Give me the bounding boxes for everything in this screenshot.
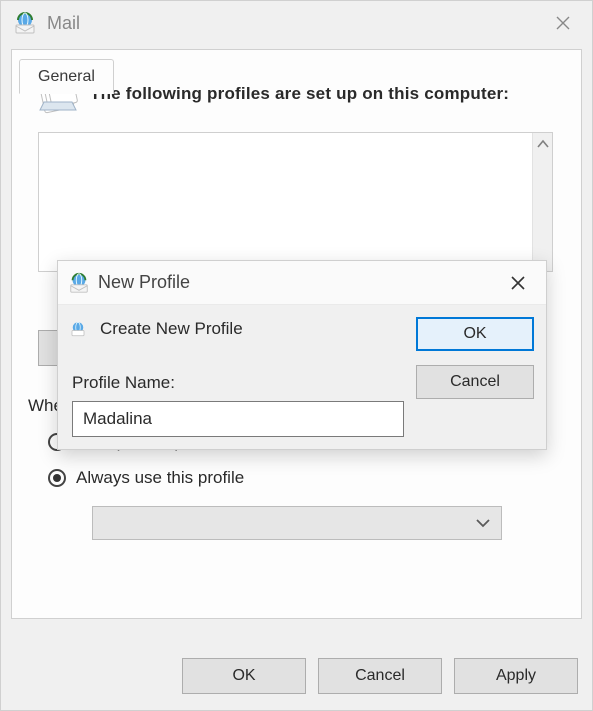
mail-globe-icon <box>13 11 37 35</box>
tab-general[interactable]: General <box>19 59 114 94</box>
dialog-ok-label: OK <box>463 325 486 343</box>
dialog-close-button[interactable] <box>496 268 540 298</box>
globe-envelope-icon <box>68 319 88 339</box>
profiles-list-body[interactable] <box>39 133 532 271</box>
dialog-titlebar: New Profile <box>58 261 546 305</box>
tab-general-label: General <box>38 68 95 86</box>
titlebar: Mail <box>1 1 592 45</box>
dialog-button-column: OK Cancel <box>416 317 534 399</box>
profile-name-input[interactable] <box>72 401 404 437</box>
dialog-buttons: OK Cancel Apply <box>182 658 578 694</box>
dialog-title: New Profile <box>98 272 190 293</box>
radio-always-label: Always use this profile <box>76 468 244 488</box>
chevron-down-icon <box>475 517 491 529</box>
close-icon <box>556 16 570 30</box>
new-profile-dialog: New Profile Create New Profile OK Cancel… <box>57 260 547 450</box>
profile-name-label: Profile Name: <box>72 373 175 393</box>
ok-button[interactable]: OK <box>182 658 306 694</box>
window-title: Mail <box>47 13 80 34</box>
cancel-button[interactable]: Cancel <box>318 658 442 694</box>
radio-always-circle <box>48 469 66 487</box>
mail-globe-icon <box>68 272 90 294</box>
cancel-button-label: Cancel <box>355 667 405 685</box>
scroll-up-icon <box>537 139 549 149</box>
dialog-subtitle: Create New Profile <box>100 319 243 339</box>
default-profile-dropdown[interactable] <box>92 506 502 540</box>
apply-button[interactable]: Apply <box>454 658 578 694</box>
dialog-cancel-button[interactable]: Cancel <box>416 365 534 399</box>
intro-text: The following profiles are set up on thi… <box>90 84 509 104</box>
window-close-button[interactable] <box>540 7 586 39</box>
profiles-list[interactable] <box>38 132 553 272</box>
radio-selected-dot <box>53 474 61 482</box>
dialog-cancel-label: Cancel <box>450 373 500 391</box>
apply-button-label: Apply <box>496 667 536 685</box>
close-icon <box>511 276 525 290</box>
dialog-ok-button[interactable]: OK <box>416 317 534 351</box>
profiles-scrollbar[interactable] <box>532 133 552 271</box>
dialog-body: Create New Profile OK Cancel Profile Nam… <box>58 305 546 449</box>
ok-button-label: OK <box>232 667 255 685</box>
profile-action-button-partial[interactable] <box>38 330 59 366</box>
radio-always[interactable]: Always use this profile <box>48 468 561 488</box>
